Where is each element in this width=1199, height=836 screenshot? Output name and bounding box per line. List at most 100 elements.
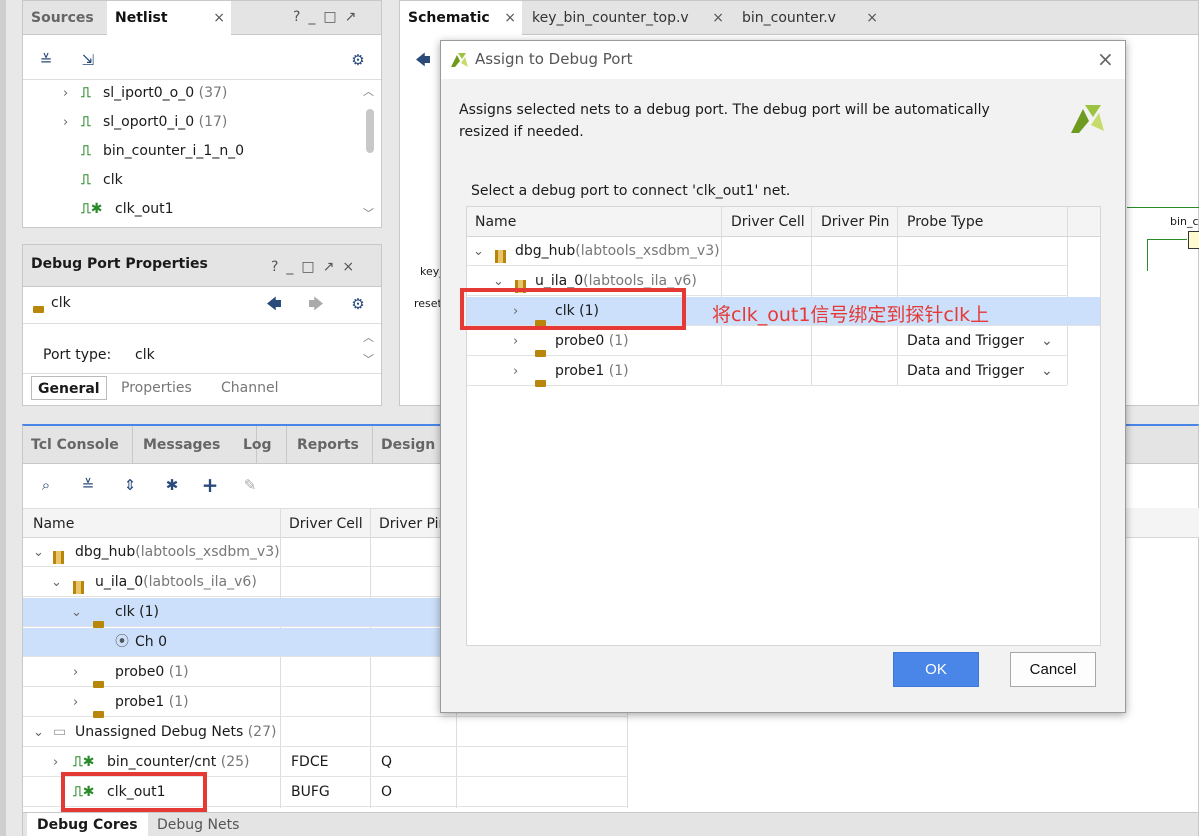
tab-debug-nets[interactable]: Debug Nets bbox=[157, 813, 239, 836]
dialog-title: Assign to Debug Port bbox=[475, 50, 633, 68]
forward-arrow-icon[interactable]: 🡆 bbox=[305, 293, 327, 315]
assign-debug-port-dialog: Assign to Debug Port × Assigns selected … bbox=[440, 40, 1126, 713]
debug-port-properties-panel: Debug Port Properties ?_□↗× clk 🡄 🡆 ⚙ Po… bbox=[22, 244, 382, 406]
probe-type-dropdown[interactable]: Data and Trigger bbox=[907, 327, 1024, 356]
tab-general[interactable]: General bbox=[31, 376, 107, 400]
schematic-label: bin_c bbox=[1170, 215, 1199, 228]
close-icon[interactable]: × bbox=[866, 1, 878, 35]
chevron-down-icon[interactable]: ﹀ bbox=[363, 351, 374, 367]
tab-channel[interactable]: Channel bbox=[221, 376, 278, 400]
debug-core-icon bbox=[73, 581, 84, 594]
editor-tabbar: Schematic × key_bin_counter_top.v × bin_co… bbox=[400, 1, 1198, 36]
annotation-text: 将clk_out1信号绑定到探针clk上 bbox=[712, 304, 990, 326]
tab-log[interactable]: Log bbox=[235, 426, 287, 464]
port-icon bbox=[535, 380, 546, 387]
folder-icon: ▭ bbox=[53, 724, 67, 740]
chevron-down-icon[interactable]: ⌄ bbox=[51, 568, 62, 597]
dialog-table-row[interactable]: › probe1 (1) Data and Trigger ⌄ bbox=[467, 357, 1067, 387]
dialog-titlebar: Assign to Debug Port × bbox=[441, 41, 1125, 79]
chevron-right-icon[interactable]: › bbox=[73, 658, 78, 687]
dialog-table-row[interactable]: › probe0 (1) Data and Trigger ⌄ bbox=[467, 327, 1067, 357]
debug-bottom-tabbar: Debug Cores Debug Nets bbox=[23, 812, 1198, 836]
tab-key-bin-counter-top[interactable]: key_bin_counter_top.v × bbox=[524, 1, 730, 35]
scrollbar[interactable]: ︿ ﹀ bbox=[363, 81, 377, 227]
gear-icon[interactable]: ⚙ bbox=[347, 293, 369, 315]
tab-bin-counter[interactable]: bin_counter.v × bbox=[734, 1, 884, 35]
chevron-up-icon[interactable]: ︿ bbox=[363, 83, 374, 99]
chevron-down-icon[interactable]: ⌄ bbox=[71, 598, 82, 627]
tab-tcl-console[interactable]: Tcl Console bbox=[23, 426, 133, 464]
dialog-table: Name Driver Cell Driver Pin Probe Type ⌄… bbox=[466, 206, 1101, 646]
panel-window-controls[interactable]: ?_□↗ bbox=[293, 9, 364, 25]
dialog-prompt: Select a debug port to connect 'clk_out1… bbox=[471, 183, 791, 199]
net-icon: ⎍ bbox=[81, 114, 91, 130]
chevron-right-icon[interactable]: › bbox=[513, 327, 518, 356]
disconnect-icon[interactable]: ✎ bbox=[239, 474, 261, 496]
close-icon[interactable]: × bbox=[1097, 47, 1114, 71]
panel-window-controls[interactable]: ?_□↗× bbox=[271, 259, 362, 275]
netlist-panel: Sources Netlist × ?_□↗ ≚ ⇲ ⚙ › ⎍ sl_iport… bbox=[22, 0, 382, 228]
schematic-wire bbox=[1147, 239, 1148, 271]
tab-properties[interactable]: Properties bbox=[121, 376, 192, 400]
netlist-item[interactable]: › ⎍ sl_oport0_i_0 (17) bbox=[23, 108, 353, 137]
expand-all-icon[interactable]: ⇲ bbox=[77, 49, 99, 71]
chevron-up-icon[interactable]: ︿ bbox=[363, 329, 374, 345]
port-icon bbox=[33, 306, 44, 313]
chevron-down-icon[interactable]: ﹀ bbox=[363, 205, 374, 221]
port-type-value: clk bbox=[135, 347, 155, 363]
net-icon: ⎍ bbox=[81, 143, 91, 159]
chevron-down-icon[interactable]: ⌄ bbox=[473, 237, 484, 266]
chevron-right-icon[interactable]: › bbox=[513, 357, 518, 386]
table-row[interactable]: ⌄ ▭ Unassigned Debug Nets (27) bbox=[23, 718, 627, 747]
toolbar-divider bbox=[23, 323, 381, 324]
scrollbar-thumb[interactable] bbox=[366, 109, 374, 153]
properties-header: Debug Port Properties ?_□↗× bbox=[23, 245, 381, 287]
expand-all-icon[interactable]: ⇕ bbox=[119, 474, 141, 496]
netlist-item[interactable]: ⎍ bin_counter_i_1_n_0 bbox=[23, 137, 353, 166]
tab-reports[interactable]: Reports bbox=[289, 426, 373, 464]
port-type-label: Port type: bbox=[43, 347, 112, 363]
debug-core-icon bbox=[53, 551, 64, 564]
panel-title: Debug Port Properties bbox=[31, 256, 208, 272]
ok-button[interactable]: OK bbox=[893, 652, 979, 687]
netlist-item[interactable]: › ⎍ sl_iport0_o_0 (37) bbox=[23, 79, 353, 108]
tab-sources[interactable]: Sources bbox=[23, 1, 107, 35]
add-icon[interactable]: + bbox=[199, 474, 221, 496]
back-arrow-icon[interactable]: 🡄 bbox=[412, 49, 434, 71]
port-icon bbox=[93, 681, 104, 688]
probe-type-dropdown[interactable]: Data and Trigger bbox=[907, 357, 1024, 386]
chevron-right-icon[interactable]: › bbox=[53, 748, 58, 777]
debug-net-icon: ⎍✱ bbox=[81, 201, 103, 217]
tab-netlist[interactable]: Netlist × bbox=[107, 1, 231, 36]
col-sep bbox=[1067, 207, 1068, 385]
cancel-button[interactable]: Cancel bbox=[1010, 652, 1096, 687]
chevron-right-icon[interactable]: › bbox=[63, 108, 68, 137]
chevron-down-icon[interactable]: ⌄ bbox=[33, 718, 44, 747]
port-icon bbox=[93, 711, 104, 718]
gear-icon[interactable]: ⚙ bbox=[347, 49, 369, 71]
vivado-logo-icon bbox=[451, 53, 468, 67]
close-icon[interactable]: × bbox=[504, 1, 516, 35]
netlist-item[interactable]: ⎍✱ clk_out1 bbox=[23, 195, 353, 224]
netlist-item[interactable]: ⎍ clk bbox=[23, 166, 353, 195]
tab-debug-cores[interactable]: Debug Cores bbox=[27, 813, 148, 836]
port-icon bbox=[535, 350, 546, 357]
tab-schematic[interactable]: Schematic × bbox=[400, 1, 522, 36]
close-icon[interactable]: × bbox=[712, 1, 724, 35]
back-arrow-icon[interactable]: 🡄 bbox=[263, 293, 285, 315]
schematic-cell[interactable] bbox=[1188, 231, 1199, 249]
port-icon bbox=[93, 621, 104, 628]
channel-icon: ⦿ bbox=[115, 634, 129, 650]
dialog-table-row[interactable]: ⌄ dbg_hub(labtools_xsdbm_v3) bbox=[467, 237, 1067, 266]
chevron-right-icon[interactable]: › bbox=[63, 79, 68, 108]
chevron-right-icon[interactable]: › bbox=[73, 688, 78, 717]
chevron-down-icon[interactable]: ⌄ bbox=[1041, 327, 1053, 356]
collapse-all-icon[interactable]: ≚ bbox=[35, 49, 57, 71]
collapse-all-icon[interactable]: ≚ bbox=[77, 474, 99, 496]
chevron-down-icon[interactable]: ⌄ bbox=[33, 538, 44, 567]
debug-bug-icon[interactable]: ✱ bbox=[161, 474, 183, 496]
net-icon: ⎍ bbox=[81, 172, 91, 188]
close-icon[interactable]: × bbox=[213, 1, 225, 35]
chevron-down-icon[interactable]: ⌄ bbox=[1041, 357, 1053, 386]
search-icon[interactable]: ⌕ bbox=[35, 474, 57, 496]
